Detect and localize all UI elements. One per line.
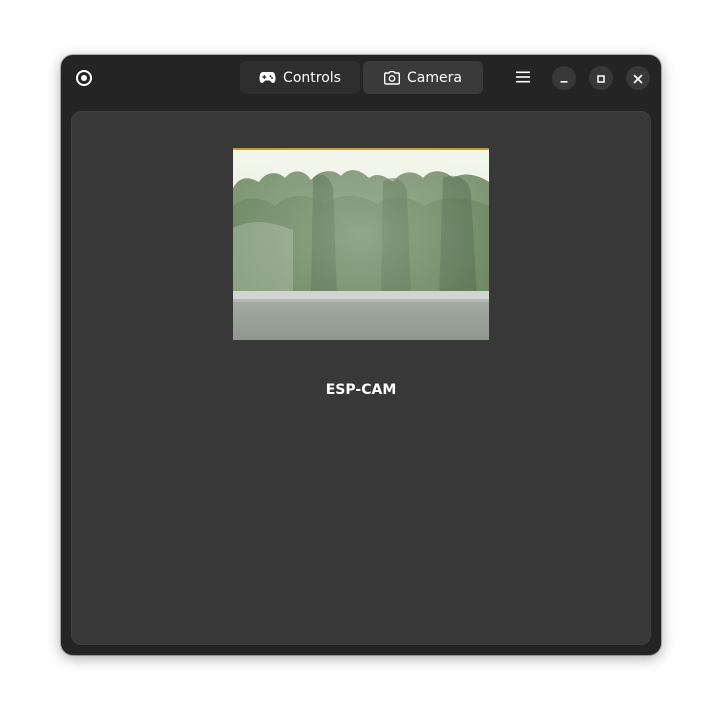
close-icon: [633, 69, 643, 88]
record-icon: [75, 69, 93, 87]
tab-camera-label: Camera: [407, 69, 462, 86]
camera-feed-image: [233, 148, 489, 340]
camera-label: ESP-CAM: [325, 382, 397, 398]
main-menu-button[interactable]: [510, 66, 536, 90]
close-button[interactable]: [626, 66, 650, 90]
app-window: Controls Camera ESP-CAM: [61, 55, 661, 655]
minimize-icon: [559, 69, 569, 88]
camera-icon: [384, 70, 401, 85]
hamburger-menu-icon: [515, 69, 531, 88]
tab-camera[interactable]: Camera: [363, 61, 483, 94]
minimize-button[interactable]: [552, 66, 576, 90]
camera-page: ESP-CAM: [71, 111, 651, 645]
tab-controls[interactable]: Controls: [240, 61, 360, 94]
tab-controls-label: Controls: [283, 69, 341, 86]
maximize-button[interactable]: [589, 66, 613, 90]
header-bar: Controls Camera: [61, 55, 661, 101]
maximize-icon: [596, 69, 606, 88]
view-switcher: Controls Camera: [240, 61, 483, 94]
gamepad-icon: [259, 71, 276, 84]
